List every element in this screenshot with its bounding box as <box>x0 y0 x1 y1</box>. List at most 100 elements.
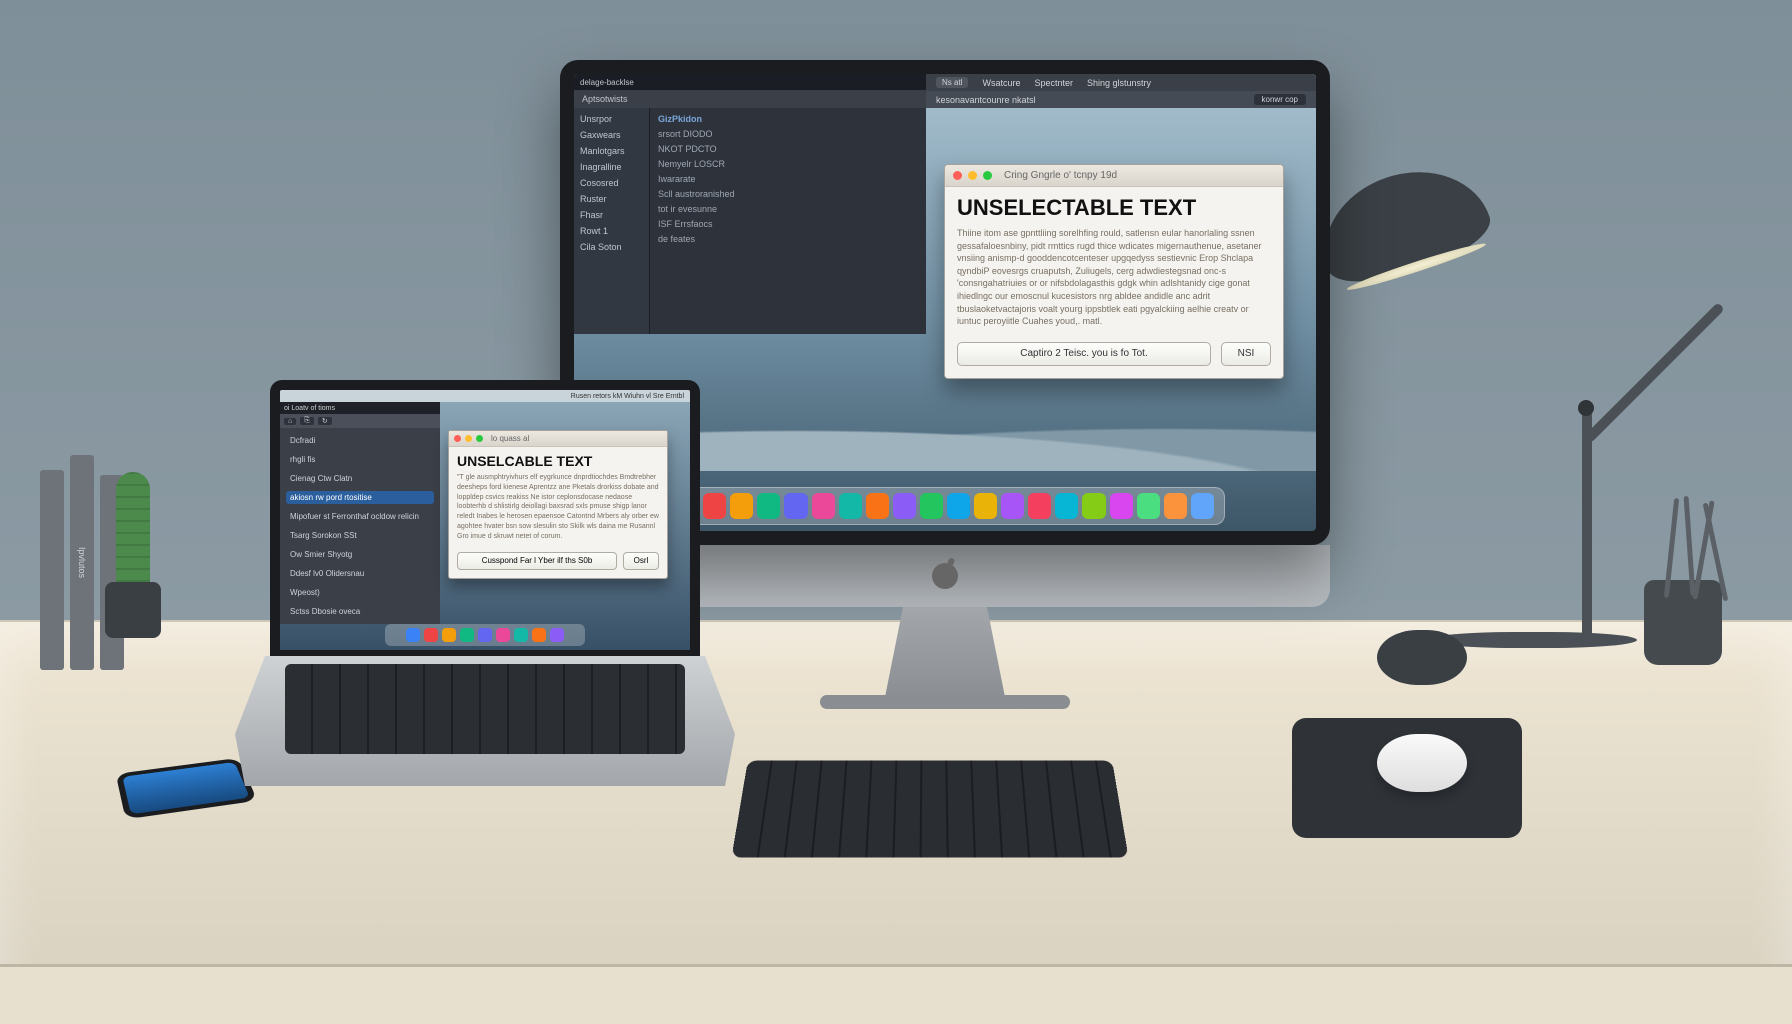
sidebar-item[interactable]: Rowt 1 <box>580 226 643 236</box>
dock-app-icon[interactable] <box>406 628 420 642</box>
sidebar-toolbar[interactable]: ⌂ ⎘ ↻ <box>280 414 440 428</box>
dock-app-icon[interactable] <box>920 493 943 519</box>
dock-app-icon[interactable] <box>1137 493 1160 519</box>
ide-window[interactable]: delage-backlse Aptsotwists Unsrpor Gaxwe… <box>574 74 926 334</box>
tab[interactable]: Spectnter <box>1034 78 1073 88</box>
tool-button[interactable]: ⎘ <box>300 417 314 425</box>
dock-app-icon[interactable] <box>478 628 492 642</box>
dock-app-icon[interactable] <box>1028 493 1051 519</box>
code-heading: GizPkidon <box>658 114 918 124</box>
dock-app-icon[interactable] <box>974 493 997 519</box>
sidebar-app-window[interactable]: oi Loatv of tioms ⌂ ⎘ ↻ Dcfradi rhgli fis… <box>280 402 440 624</box>
sidebar-item[interactable]: Unsrpor <box>580 114 643 124</box>
code-line: ISF Errsfaocs <box>658 219 918 229</box>
tab[interactable]: Shing glstunstry <box>1087 78 1151 88</box>
mac-dock[interactable] <box>665 487 1225 525</box>
close-icon[interactable] <box>454 435 461 442</box>
dock-app-icon[interactable] <box>1001 493 1024 519</box>
ide-editor[interactable]: GizPkidon srsort DIODO NKOT PDCTO Nemyel… <box>650 108 926 334</box>
dock-app-icon[interactable] <box>1164 493 1187 519</box>
dialog-secondary-button[interactable]: NSI <box>1221 342 1271 366</box>
pencil-cup <box>1644 580 1722 665</box>
dock-app-icon[interactable] <box>1110 493 1133 519</box>
laptop-base <box>235 656 735 786</box>
tab[interactable]: Ns atl <box>936 77 968 88</box>
dock-app-icon[interactable] <box>514 628 528 642</box>
dock-app-icon[interactable] <box>839 493 862 519</box>
tool-button[interactable]: ↻ <box>318 417 332 425</box>
sidebar-item[interactable]: Cienag Ctw Clatn <box>286 472 434 485</box>
dock-app-icon[interactable] <box>424 628 438 642</box>
desk-front-edge <box>0 964 1792 1024</box>
toolbar-pill[interactable]: konwr cop <box>1254 94 1306 105</box>
maximize-icon[interactable] <box>476 435 483 442</box>
sidebar-titlebar[interactable]: oi Loatv of tioms <box>280 402 440 414</box>
sidebar-item[interactable]: Ruster <box>580 194 643 204</box>
dock-app-icon[interactable] <box>532 628 546 642</box>
laptop-screen: Rusen retors kM Wiuhn vl Sre Erntbl oi L… <box>270 380 700 660</box>
address-bar[interactable]: kesonavantcounre nkatsl <box>936 95 1246 105</box>
dialog-window[interactable]: Cring Gngrle o' tcnpy 19d UNSELECTABLE T… <box>944 164 1284 379</box>
dock-app-icon[interactable] <box>550 628 564 642</box>
dock-app-icon[interactable] <box>1191 493 1214 519</box>
sidebar-item[interactable]: rhgli fis <box>286 453 434 466</box>
sidebar-item[interactable]: Inagralline <box>580 162 643 172</box>
sidebar-item[interactable]: Sctss Dbosie oveca <box>286 605 434 618</box>
imac-foot <box>820 695 1070 709</box>
dock-app-icon[interactable] <box>893 493 916 519</box>
book: Ipvlutos <box>70 455 94 670</box>
minimize-icon[interactable] <box>968 171 977 180</box>
apple-logo-icon <box>932 563 958 589</box>
external-keyboard <box>731 760 1128 857</box>
dock-app-icon[interactable] <box>1082 493 1105 519</box>
dock-app-icon[interactable] <box>812 493 835 519</box>
sidebar-item[interactable]: Wpeost) <box>286 586 434 599</box>
minimize-icon[interactable] <box>465 435 472 442</box>
menubar-status: Rusen retors kM Wiuhn vl Sre Erntbl <box>571 393 684 400</box>
sidebar-item[interactable]: Gaxwears <box>580 130 643 140</box>
sidebar-item[interactable]: akiosn rw pord rtositise <box>286 491 434 504</box>
tool-button[interactable]: ⌂ <box>284 418 296 425</box>
dialog-heading: UNSELECTABLE TEXT <box>945 187 1283 225</box>
sidebar-item[interactable]: Cososred <box>580 178 643 188</box>
cactus-plant <box>116 472 150 592</box>
dock-app-icon[interactable] <box>866 493 889 519</box>
maximize-icon[interactable] <box>983 171 992 180</box>
sidebar-item[interactable]: Dcfradi <box>286 434 434 447</box>
dock-app-icon[interactable] <box>1055 493 1078 519</box>
dock-app-icon[interactable] <box>757 493 780 519</box>
browser-tabstrip[interactable]: Ns atl Wsatcure Spectnter Shing glstunst… <box>926 74 1316 108</box>
laptop-menubar[interactable]: Rusen retors kM Wiuhn vl Sre Erntbl <box>280 390 690 402</box>
dock-app-icon[interactable] <box>784 493 807 519</box>
laptop-dock[interactable] <box>385 624 585 646</box>
code-line: srsort DIODO <box>658 129 918 139</box>
sidebar-list[interactable]: Dcfradi rhgli fis Cienag Ctw Clatn akiosn r… <box>280 428 440 624</box>
sidebar-item[interactable]: Ddesf lv0 Olidersnau <box>286 567 434 580</box>
sidebar-item[interactable]: Manlotgars <box>580 146 643 156</box>
code-line: Scll austroranished <box>658 189 918 199</box>
ide-sidebar[interactable]: Unsrpor Gaxwears Manlotgars Inagralline … <box>574 108 650 334</box>
laptop-dialog-titlebar[interactable]: lo quass al <box>449 431 667 447</box>
ide-titlebar[interactable]: delage-backlse <box>574 74 926 90</box>
dock-app-icon[interactable] <box>947 493 970 519</box>
laptop-dialog-secondary-button[interactable]: Osrl <box>623 552 659 570</box>
sidebar-item[interactable]: Fhasr <box>580 210 643 220</box>
dialog-body-text: Thiine itom ase gpnttliing sorelhfing ro… <box>945 225 1283 336</box>
dock-app-icon[interactable] <box>442 628 456 642</box>
sidebar-item[interactable]: Ow Smier Shyotg <box>286 548 434 561</box>
dock-app-icon[interactable] <box>496 628 510 642</box>
sidebar-item[interactable]: Cila Soton <box>580 242 643 252</box>
laptop-dialog-primary-button[interactable]: Cusspond Far l Yber ilf ths S0b <box>457 552 617 570</box>
code-line: NKOT PDCTO <box>658 144 918 154</box>
laptop-dialog-heading: UNSELCABLE TEXT <box>449 447 667 472</box>
dialog-primary-button[interactable]: Captiro 2 Teisc. you is fo Tot. <box>957 342 1211 366</box>
dock-app-icon[interactable] <box>460 628 474 642</box>
dialog-titlebar[interactable]: Cring Gngrle o' tcnpy 19d <box>945 165 1283 187</box>
sidebar-item[interactable]: Mipofuer st Ferronthaf ocldow relicin <box>286 510 434 523</box>
tab[interactable]: Wsatcure <box>982 78 1020 88</box>
lamp-stem <box>1582 410 1592 640</box>
laptop-dialog-window[interactable]: lo quass al UNSELCABLE TEXT "T gle ausmp… <box>448 430 668 579</box>
sidebar-item[interactable]: Tsarg Sorokon SSt <box>286 529 434 542</box>
ide-panel-header-row: Aptsotwists <box>574 90 926 108</box>
close-icon[interactable] <box>953 171 962 180</box>
